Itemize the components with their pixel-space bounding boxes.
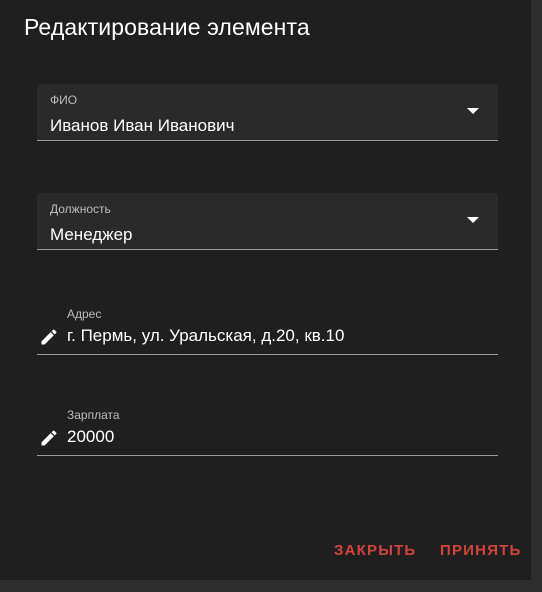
- address-label: Адрес: [67, 307, 102, 321]
- page-edge-bottom: [0, 580, 542, 592]
- salary-underline: [37, 455, 498, 456]
- arrow-drop-down-icon[interactable]: [467, 108, 479, 114]
- fio-value: Иванов Иван Иванович: [50, 116, 235, 135]
- pencil-icon: [41, 329, 57, 345]
- arrow-drop-down-icon[interactable]: [467, 217, 479, 223]
- address-underline: [37, 354, 498, 355]
- position-select[interactable]: Должность Менеджер: [37, 193, 498, 250]
- salary-field: Зарплата: [37, 408, 498, 456]
- close-button[interactable]: ЗАКРЫТЬ: [334, 542, 416, 559]
- page-edge-right: [531, 0, 542, 592]
- position-underline: [37, 249, 498, 250]
- salary-input[interactable]: [67, 427, 487, 447]
- position-label: Должность: [50, 202, 111, 216]
- position-value: Менеджер: [50, 225, 133, 244]
- address-input[interactable]: [67, 326, 487, 346]
- edit-dialog: Редактирование элемента ФИО Иванов Иван …: [0, 0, 531, 580]
- accept-button[interactable]: ПРИНЯТЬ: [440, 542, 522, 559]
- salary-label: Зарплата: [67, 408, 120, 422]
- fio-label: ФИО: [50, 93, 78, 107]
- fio-select[interactable]: ФИО Иванов Иван Иванович: [37, 84, 498, 141]
- fio-underline: [37, 140, 498, 141]
- pencil-icon: [41, 430, 57, 446]
- address-field: Адрес: [37, 307, 498, 355]
- dialog-title: Редактирование элемента: [24, 14, 310, 40]
